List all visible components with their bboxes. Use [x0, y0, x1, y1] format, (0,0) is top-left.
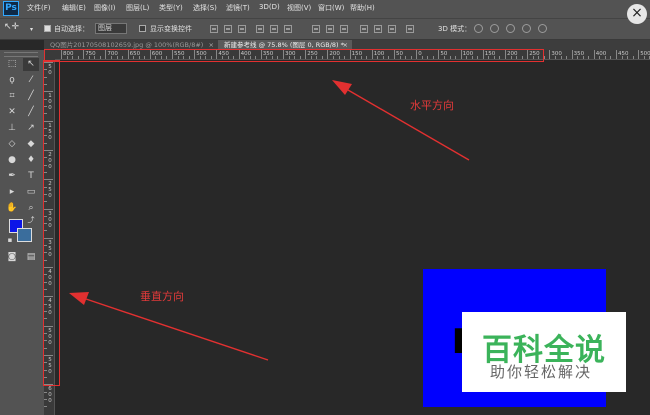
watermark-subtitle: 助你轻松解决: [490, 363, 593, 381]
annotation-horizontal: 水平方向: [410, 99, 454, 112]
annotation-vertical: 垂直方向: [140, 290, 184, 303]
arrow-horizontal: [332, 80, 470, 161]
